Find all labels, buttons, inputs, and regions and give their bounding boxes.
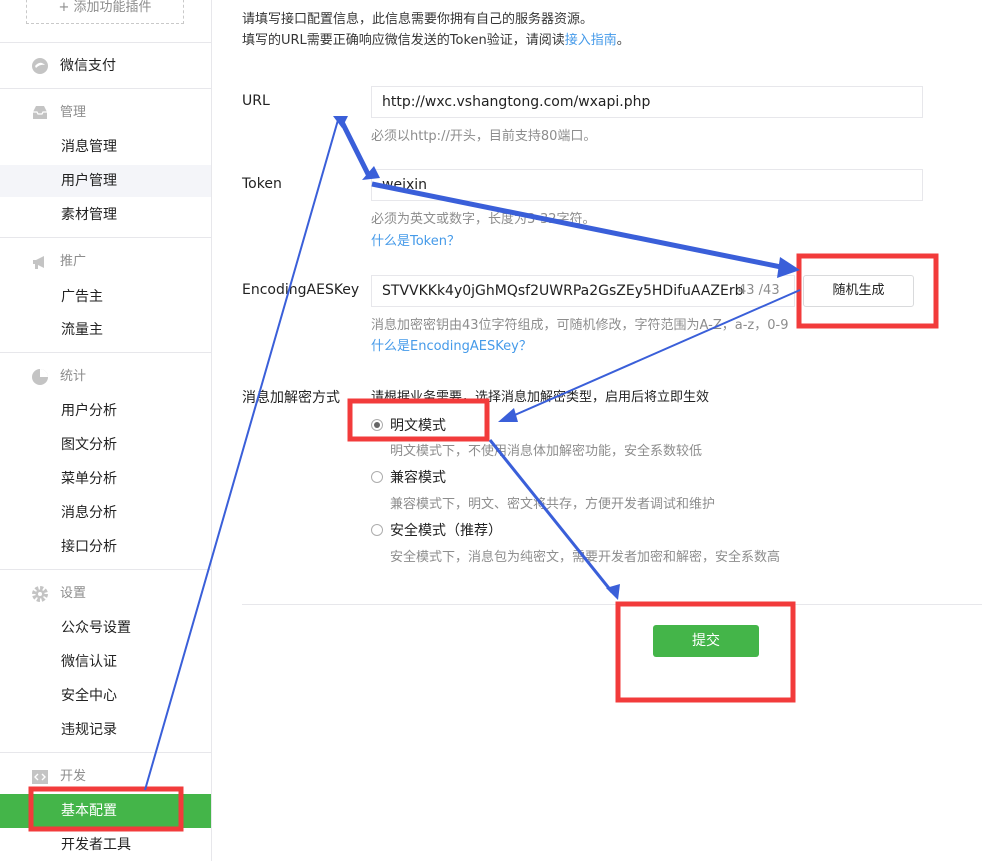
- pie-chart-icon: [30, 367, 50, 387]
- sidebar-divider: [0, 752, 211, 753]
- sidebar-item-traffic-owner[interactable]: 流量主: [0, 314, 211, 346]
- sidebar-divider: [0, 352, 211, 353]
- inbox-icon: [30, 103, 50, 123]
- url-input[interactable]: http://wxc.vshangtong.com/wxapi.php: [371, 86, 923, 118]
- sidebar-section-label: 统计: [60, 369, 87, 384]
- gear-icon: [30, 584, 50, 604]
- sidebar-divider: [0, 569, 211, 570]
- url-hint: 必须以http://开头，目前支持80端口。: [371, 129, 597, 144]
- sidebar-item-basic-config[interactable]: 基本配置: [0, 794, 211, 828]
- form-divider: [242, 604, 982, 605]
- sidebar-divider: [0, 42, 211, 43]
- token-input[interactable]: weixin: [371, 169, 923, 201]
- sidebar-section-stats: 统计: [30, 365, 86, 389]
- arrow-url-to-token: [339, 120, 373, 180]
- secure-mode-desc: 安全模式下，消息包为纯密文，需要开发者加密和解密，安全系数高: [390, 550, 781, 565]
- encrypt-mode-hint: 请根据业务需要，选择消息加解密类型，启用后将立即生效: [371, 390, 710, 405]
- megaphone-icon: [30, 252, 50, 272]
- arrow-plain-mode-to-submit: [488, 439, 614, 593]
- code-icon: [30, 767, 50, 787]
- sidebar-item-message-analysis[interactable]: 消息分析: [0, 497, 211, 529]
- sidebar-divider: [0, 88, 211, 89]
- sidebar-section-manage: 管理: [30, 101, 86, 125]
- intro-text: 请填写接口配置信息，此信息需要你拥有自己的服务器资源。: [242, 12, 594, 27]
- access-guide-link[interactable]: 接入指南: [565, 33, 617, 48]
- sidebar-item-developer-tools[interactable]: 开发者工具: [0, 829, 211, 861]
- token-hint: 必须为英文或数字，长度为3-32字符。: [371, 212, 596, 227]
- radio-label: 安全模式（推荐）: [390, 523, 502, 539]
- radio-plain-mode[interactable]: 明文模式: [371, 415, 446, 435]
- what-is-aes-key-link[interactable]: 什么是EncodingAESKey？: [371, 335, 532, 354]
- aes-char-count: 43 /43: [738, 283, 780, 298]
- sidebar-item-account-settings[interactable]: 公众号设置: [0, 612, 211, 644]
- sidebar-divider: [0, 237, 211, 238]
- sidebar-item-message-manage[interactable]: 消息管理: [0, 131, 211, 163]
- aes-key-input[interactable]: STVVKKk4y0jGhMQsf2UWRPa2GsZEy5HDifuAAZEr…: [371, 275, 795, 307]
- sidebar: + 添加功能插件 微信支付 管理 消息管理 用户管理 素材管理 推广 广告主 流…: [0, 0, 212, 861]
- sidebar-item-menu-analysis[interactable]: 菜单分析: [0, 463, 211, 495]
- sidebar-section-label: 设置: [60, 586, 87, 601]
- intro-text-guide: 填写的URL需要正确响应微信发送的Token验证，请阅读接入指南。: [242, 29, 630, 48]
- aes-label: EncodingAESKey: [242, 282, 360, 298]
- radio-label: 明文模式: [390, 418, 446, 434]
- sidebar-item-wechat-verify[interactable]: 微信认证: [0, 646, 211, 678]
- sidebar-item-advertiser[interactable]: 广告主: [0, 281, 211, 313]
- plain-mode-desc: 明文模式下，不使用消息体加解密功能，安全系数较低: [390, 444, 703, 459]
- radio-button[interactable]: [371, 471, 383, 483]
- sidebar-item-article-analysis[interactable]: 图文分析: [0, 429, 211, 461]
- arrowhead: [333, 116, 348, 128]
- token-label: Token: [242, 176, 282, 192]
- sidebar-section-dev: 开发: [30, 765, 86, 789]
- add-plugin-button[interactable]: + 添加功能插件: [26, 0, 184, 24]
- radio-button[interactable]: [371, 524, 383, 536]
- sidebar-section-label: 管理: [60, 105, 87, 120]
- sidebar-item-security-center[interactable]: 安全中心: [0, 680, 211, 712]
- radio-compat-mode[interactable]: 兼容模式: [371, 467, 446, 487]
- submit-button[interactable]: 提交: [653, 625, 759, 657]
- intro-text-prefix: 填写的URL需要正确响应微信发送的Token验证，请阅读: [242, 33, 565, 48]
- compat-mode-desc: 兼容模式下，明文、密文将共存，方便开发者调试和维护: [390, 497, 716, 512]
- sidebar-item-user-analysis[interactable]: 用户分析: [0, 395, 211, 427]
- sidebar-item-violation-records[interactable]: 违规记录: [0, 714, 211, 746]
- arrowhead: [606, 584, 620, 600]
- sidebar-section-promote: 推广: [30, 250, 86, 274]
- radio-label: 兼容模式: [390, 470, 446, 486]
- radio-button[interactable]: [371, 419, 383, 431]
- what-is-token-link[interactable]: 什么是Token？: [371, 230, 460, 249]
- radio-secure-mode[interactable]: 安全模式（推荐）: [371, 520, 502, 540]
- encrypt-mode-label: 消息加解密方式: [242, 390, 340, 406]
- sidebar-section-label: 推广: [60, 254, 87, 269]
- sidebar-item-wechat-pay[interactable]: 微信支付: [30, 54, 116, 78]
- url-label: URL: [242, 93, 270, 109]
- sidebar-item-label: 微信支付: [60, 58, 116, 74]
- sidebar-item-user-manage[interactable]: 用户管理: [0, 165, 211, 197]
- sidebar-item-api-analysis[interactable]: 接口分析: [0, 531, 211, 563]
- sidebar-section-label: 开发: [60, 769, 87, 784]
- random-generate-button[interactable]: 随机生成: [803, 275, 914, 307]
- arrowhead: [498, 408, 518, 422]
- intro-text-suffix: 。: [616, 33, 630, 48]
- sidebar-item-material-manage[interactable]: 素材管理: [0, 199, 211, 231]
- aes-hint: 消息加密密钥由43位字符组成，可随机修改，字符范围为A-Z，a-z，0-9: [371, 318, 789, 333]
- wechat-pay-icon: [30, 56, 50, 76]
- sidebar-section-settings: 设置: [30, 582, 86, 606]
